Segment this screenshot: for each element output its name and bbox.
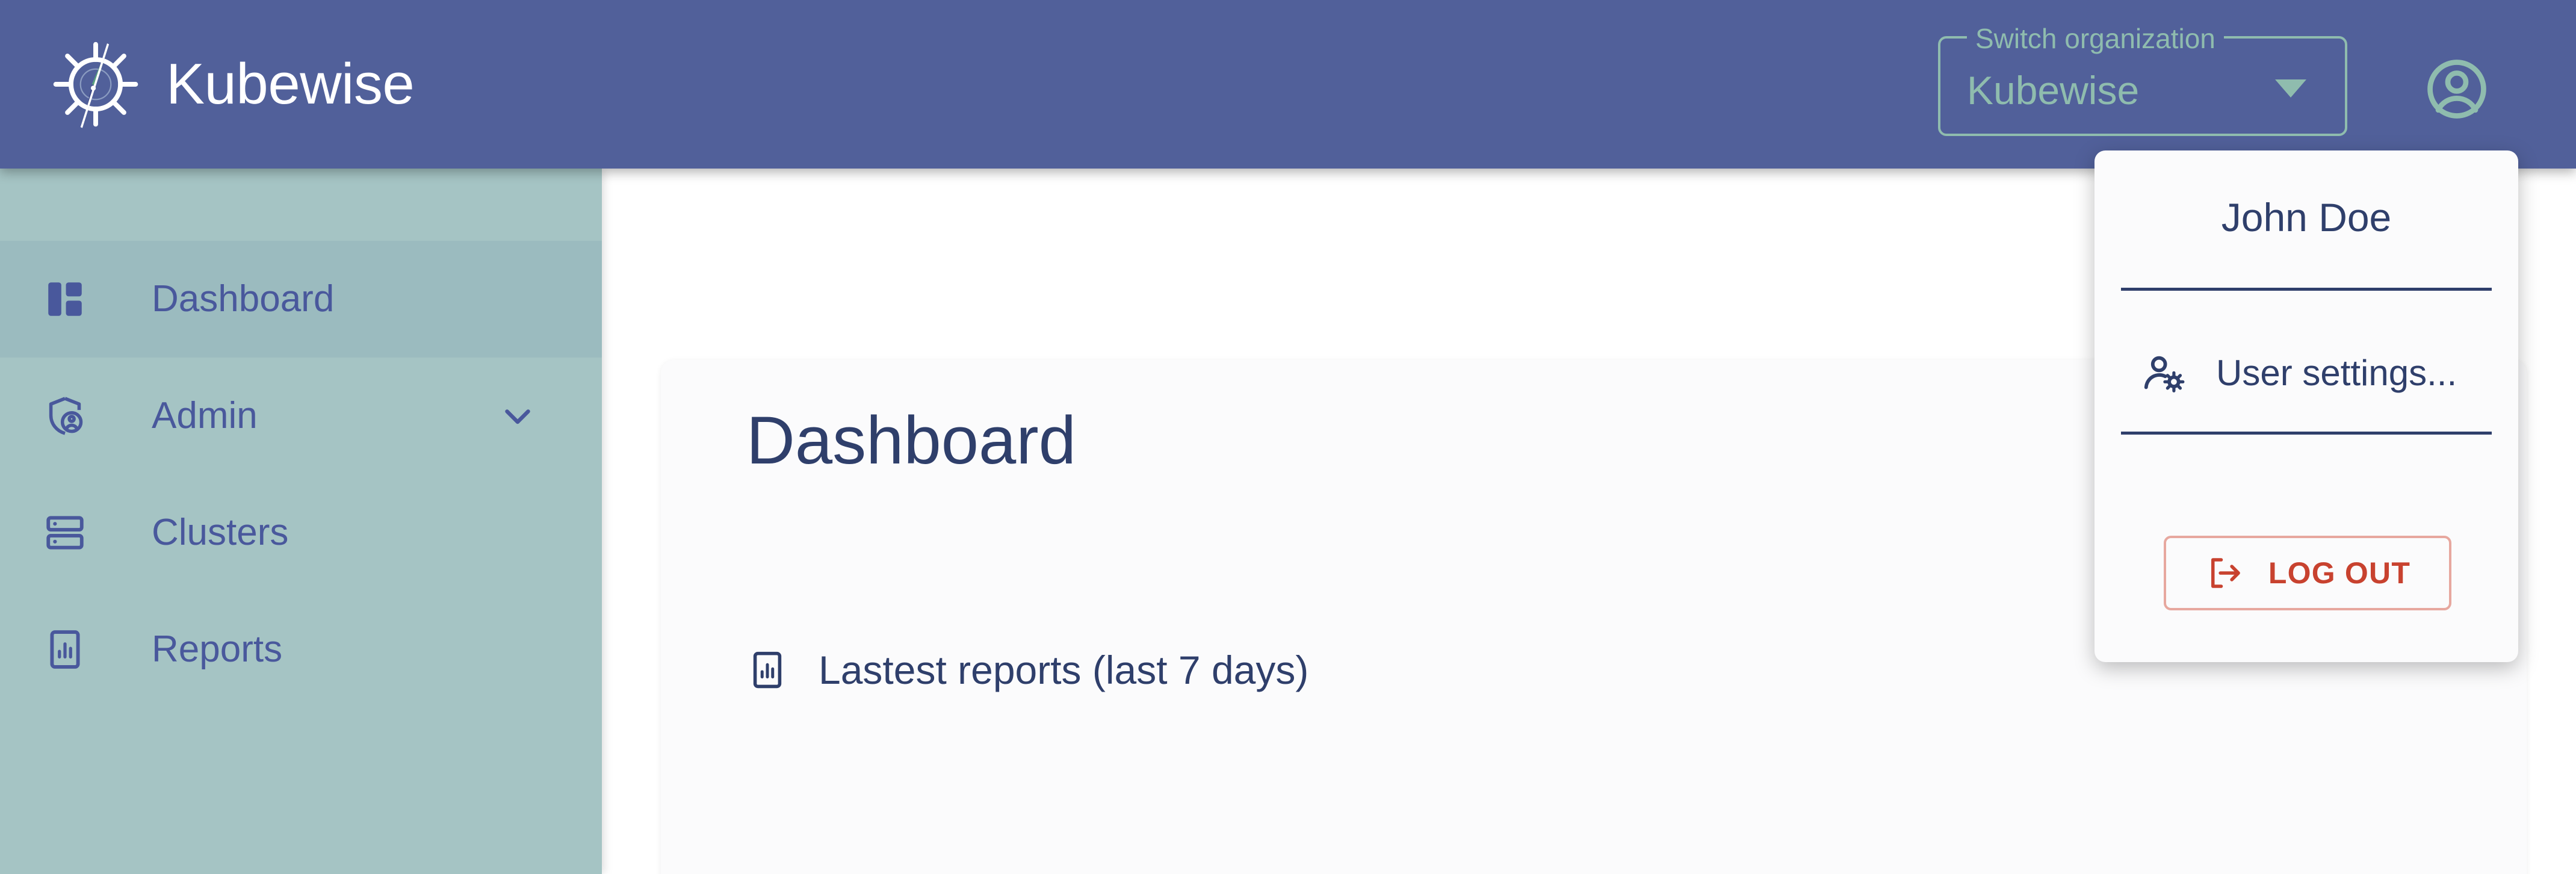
report-chart-icon <box>746 649 788 691</box>
brand[interactable]: Kubewise <box>48 0 415 169</box>
sidebar-item-admin[interactable]: Admin <box>0 358 602 474</box>
menu-item-user-settings[interactable]: User settings... <box>2095 325 2518 421</box>
sidebar-top-spacer <box>0 169 602 241</box>
logout-button[interactable]: LOG OUT <box>2164 536 2451 610</box>
dashboard-layout-icon <box>37 277 93 321</box>
app-header: Kubewise Switch organization Kubewise <box>0 0 2576 169</box>
switch-organization-value: Kubewise <box>1967 68 2140 113</box>
page-title: Dashboard <box>746 403 1076 478</box>
report-chart-icon <box>37 627 93 672</box>
menu-divider-top <box>2121 288 2492 291</box>
chevron-down-icon[interactable] <box>500 398 536 434</box>
sidebar-item-label: Reports <box>152 628 283 670</box>
switch-organization-select[interactable]: Switch organization Kubewise <box>1938 23 2347 136</box>
sidebar: Dashboard Admin Clusters Reports <box>0 169 602 874</box>
app-root: Kubewise Switch organization Kubewise Da… <box>0 0 2576 874</box>
sidebar-item-label: Admin <box>152 395 258 436</box>
logout-button-label: LOG OUT <box>2268 556 2411 590</box>
sidebar-item-label: Dashboard <box>152 278 335 320</box>
shield-user-icon <box>37 394 93 438</box>
sidebar-item-label: Clusters <box>152 512 289 553</box>
switch-organization-label: Switch organization <box>1967 23 2224 54</box>
ship-wheel-compass-logo-icon <box>53 42 138 128</box>
account-circle-icon <box>2427 60 2486 119</box>
sidebar-item-reports[interactable]: Reports <box>0 591 602 708</box>
server-rack-icon <box>37 510 93 555</box>
menu-divider-bottom <box>2121 432 2492 435</box>
latest-reports-section-header: Lastest reports (last 7 days) <box>746 649 1308 691</box>
sidebar-item-clusters[interactable]: Clusters <box>0 474 602 591</box>
caret-down-icon <box>2275 79 2306 98</box>
user-menu-popover: John Doe User settings... LOG OUT <box>2095 150 2518 662</box>
sidebar-item-dashboard[interactable]: Dashboard <box>0 241 602 358</box>
brand-name: Kubewise <box>166 52 415 116</box>
menu-item-label: User settings... <box>2216 353 2457 393</box>
logout-arrow-icon <box>2205 553 2244 593</box>
section-title: Lastest reports (last 7 days) <box>819 648 1309 692</box>
user-name: John Doe <box>2221 195 2392 240</box>
user-settings-icon <box>2140 350 2187 397</box>
account-circle-button[interactable] <box>2422 54 2492 124</box>
